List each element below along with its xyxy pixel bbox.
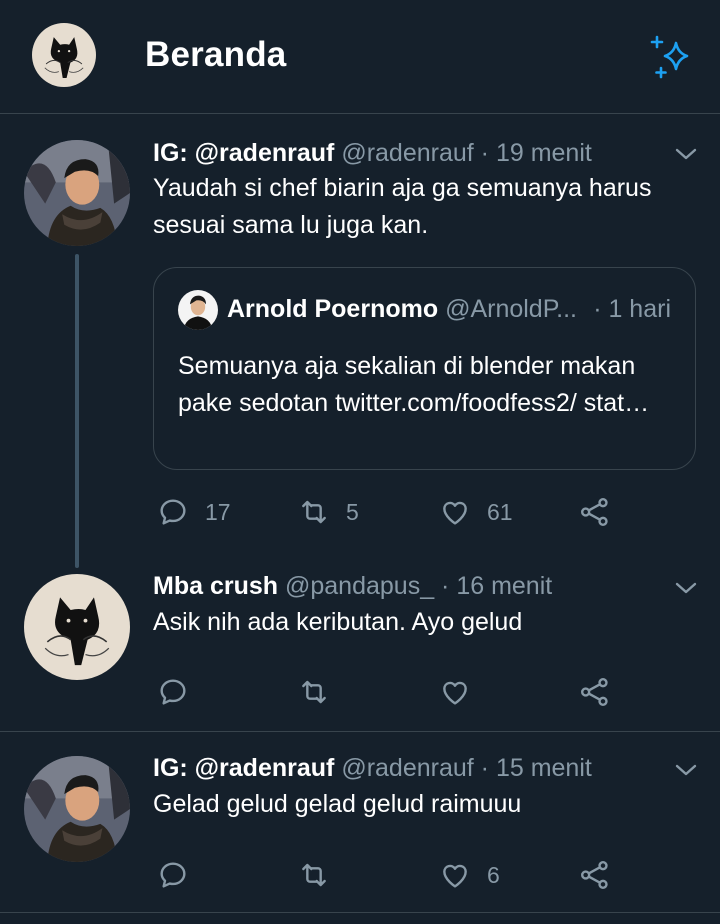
avatar — [178, 290, 218, 330]
user-handle: @ArnoldP... — [445, 295, 577, 323]
quoted-tweet-text: Semuanya aja sekalian di blender makan p… — [178, 352, 650, 417]
avatar[interactable] — [24, 574, 130, 680]
user-handle: @pandapus_ — [284, 572, 435, 600]
divider — [0, 731, 720, 732]
retweet-icon — [298, 496, 330, 528]
sparkle-icon[interactable] — [645, 31, 697, 83]
retweet-icon — [298, 859, 330, 891]
quoted-tweet-header: Arnold Poernomo @ArnoldP... — [227, 295, 577, 324]
reply-icon — [157, 496, 189, 528]
heart-icon — [439, 676, 471, 708]
reply-icon — [157, 676, 189, 708]
timestamp: · 19 menit — [480, 139, 592, 167]
timestamp: · 15 menit — [480, 754, 592, 782]
display-name[interactable]: IG: @radenrauf — [153, 754, 334, 782]
tweet-text: Yaudah si chef biarin aja ga semuanya ha… — [153, 174, 652, 239]
heart-icon — [439, 496, 471, 528]
tweet-header: Mba crush @pandapus_ · 16 menit — [153, 572, 552, 601]
timestamp: · 16 menit — [441, 572, 553, 600]
chevron-down-icon[interactable] — [674, 762, 698, 778]
quoted-tweet[interactable]: Arnold Poernomo @ArnoldP... · 1 hari Sem… — [153, 267, 696, 470]
tweet-actions — [0, 672, 720, 712]
chevron-down-icon[interactable] — [674, 580, 698, 596]
tweet-header: IG: @radenrauf @radenrauf · 15 menit — [153, 754, 592, 783]
user-handle: @radenrauf — [341, 139, 474, 167]
tweet-header: IG: @radenrauf @radenrauf · 19 menit — [153, 139, 592, 168]
timestamp: · 1 hari — [593, 295, 671, 323]
tweet-actions: 17 5 61 — [0, 492, 720, 532]
avatar[interactable] — [24, 756, 130, 862]
divider — [0, 912, 720, 913]
reply-count: 17 — [205, 499, 231, 525]
user-handle: @radenrauf — [341, 754, 474, 782]
tweet-text: Gelad gelud gelad gelud raimuuu — [153, 790, 522, 818]
heart-icon — [439, 859, 471, 891]
display-name: Arnold Poernomo — [227, 295, 439, 323]
like-count: 6 — [487, 862, 500, 888]
like-count: 61 — [487, 499, 513, 525]
top-app-bar: Beranda — [0, 0, 720, 114]
share-icon — [579, 859, 611, 891]
profile-avatar[interactable] — [32, 23, 96, 87]
tweet-actions: 6 — [0, 855, 720, 895]
share-icon — [579, 496, 611, 528]
display-name[interactable]: IG: @radenrauf — [153, 139, 334, 167]
reply-icon — [157, 859, 189, 891]
retweet-count: 5 — [346, 499, 359, 525]
share-icon — [579, 676, 611, 708]
retweet-icon — [298, 676, 330, 708]
avatar[interactable] — [24, 140, 130, 246]
display-name[interactable]: Mba crush — [153, 572, 278, 600]
page-title: Beranda — [145, 35, 287, 74]
chevron-down-icon[interactable] — [674, 146, 698, 162]
tweet-text: Asik nih ada keributan. Ayo gelud — [153, 608, 523, 636]
